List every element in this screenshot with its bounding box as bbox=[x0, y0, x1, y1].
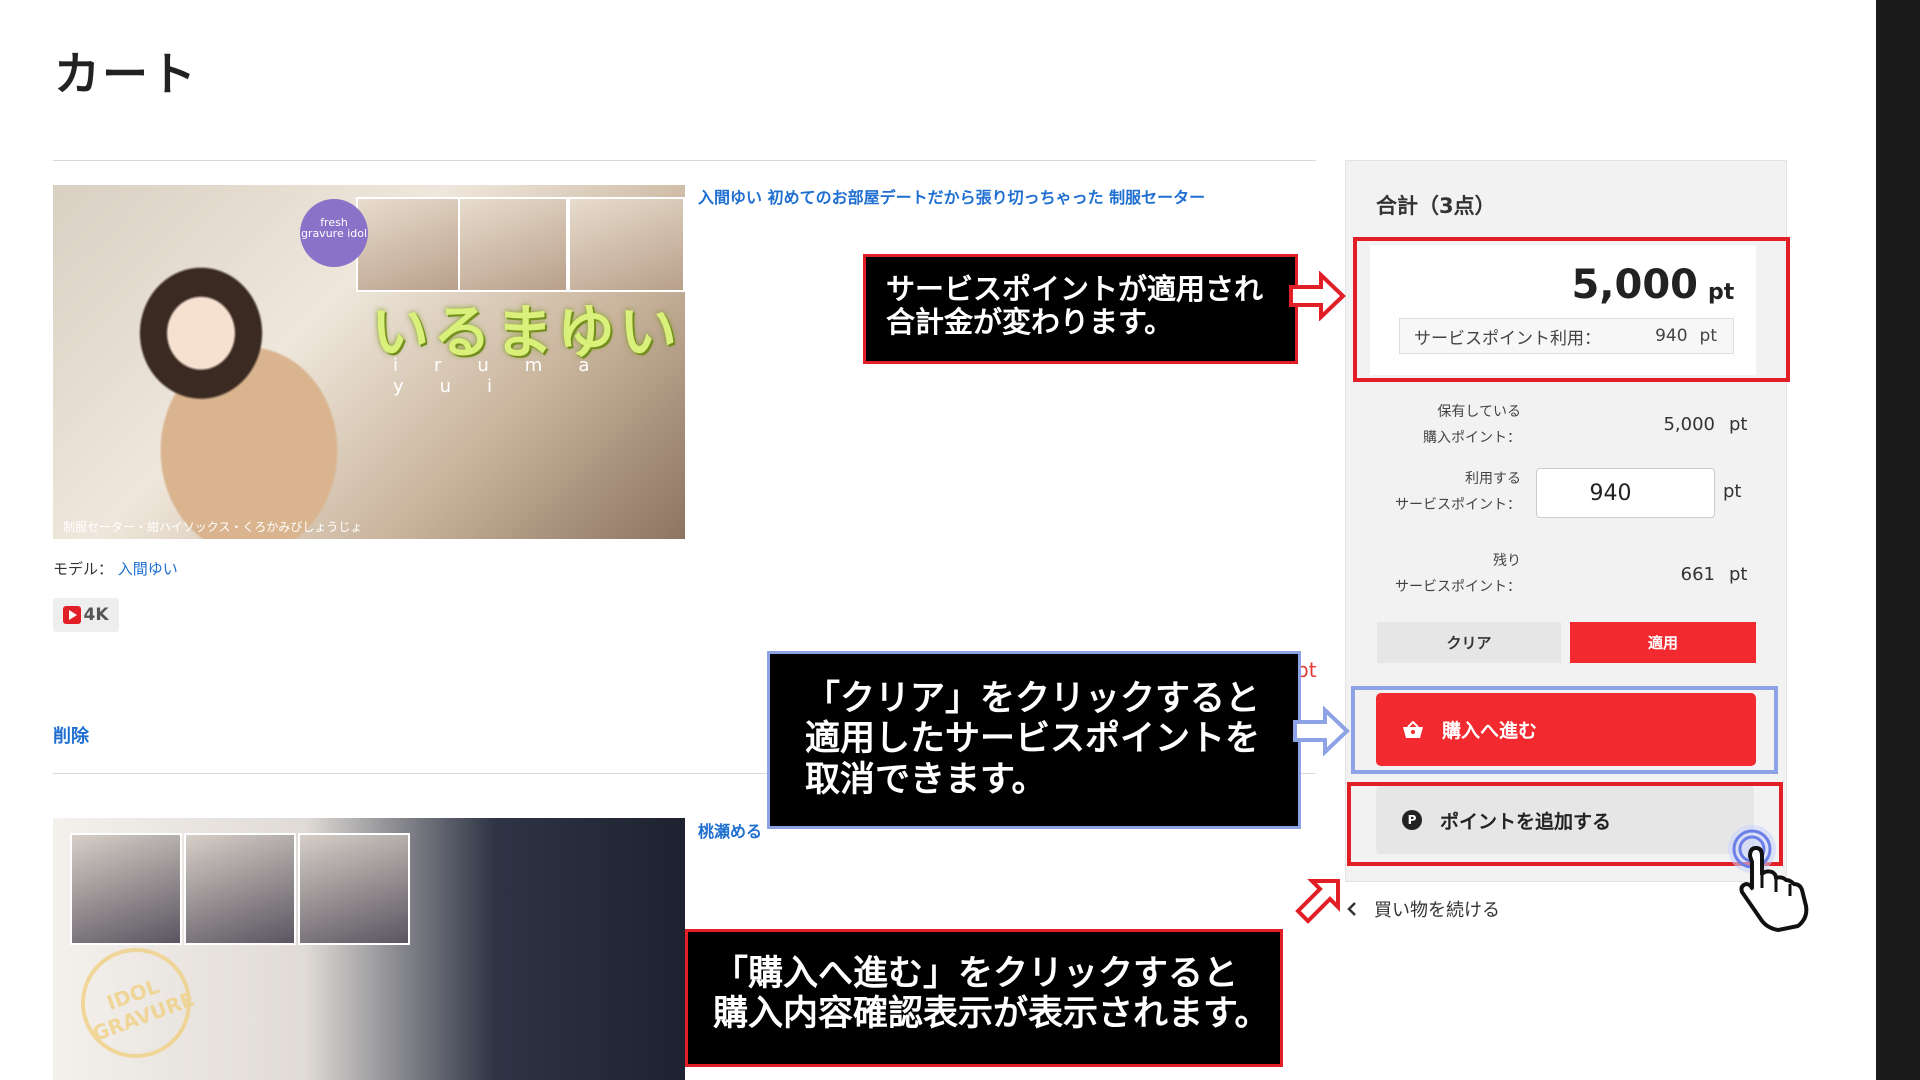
divider-top bbox=[53, 160, 1316, 161]
image-title-romaji: iruma yui bbox=[393, 355, 626, 397]
idol-gravure-stamp: IDOL GRAVURE bbox=[65, 932, 207, 1074]
fresh-gravure-badge: fresh gravure idol bbox=[300, 199, 368, 267]
arrow-right-icon bbox=[1289, 271, 1346, 321]
tag-4k-label: 4K bbox=[83, 605, 109, 625]
remaining-points-label: 残り サービスポイント： bbox=[1341, 548, 1521, 600]
arrow-up-right-icon bbox=[1295, 879, 1340, 924]
remaining-points-label-line2: サービスポイント： bbox=[1395, 579, 1521, 595]
annotation-note-3-line2: 購入内容確認表示が表示されます。 bbox=[713, 994, 1270, 1035]
hand-pointer-icon bbox=[1728, 825, 1809, 932]
total-heading: 合計（3点） bbox=[1376, 194, 1496, 218]
product-thumbnail-2[interactable]: IDOL GRAVURE bbox=[53, 818, 685, 1080]
arrow-right-icon bbox=[1293, 706, 1350, 756]
use-points-unit: pt bbox=[1723, 481, 1742, 502]
highlight-total-box bbox=[1353, 237, 1790, 382]
continue-shopping-link[interactable]: 買い物を続ける bbox=[1346, 896, 1500, 922]
annotation-note-1-line1: サービスポイントが適用され bbox=[886, 272, 1264, 306]
chevron-left-icon bbox=[1347, 902, 1356, 916]
thumb-tile bbox=[568, 197, 685, 292]
image-caption: 制服セーター・紺ハイソックス・くろかみびしょうじょ bbox=[63, 520, 363, 534]
thumb-tile bbox=[298, 833, 410, 945]
apply-button[interactable]: 適用 bbox=[1570, 622, 1756, 663]
owned-points-label: 保有している 購入ポイント： bbox=[1341, 399, 1521, 451]
annotation-note-2-line2: 適用したサービスポイントを bbox=[805, 719, 1261, 760]
product-title-2[interactable]: 桃瀬める bbox=[698, 818, 762, 842]
use-points-label-line1: 利用する bbox=[1465, 471, 1521, 487]
annotation-note-2: 「クリア」をクリックすると 適用したサービスポイントを 取消できます。 bbox=[767, 651, 1301, 829]
owned-points-unit: pt bbox=[1729, 414, 1748, 435]
annotation-note-3: 「購入へ進む」をクリックすると 購入内容確認表示が表示されます。 bbox=[685, 929, 1283, 1067]
play-icon bbox=[63, 606, 82, 624]
thumb-tile bbox=[184, 833, 296, 945]
use-points-label-line2: サービスポイント： bbox=[1395, 497, 1521, 513]
product-title-1[interactable]: 入間ゆい 初めてのお部屋デートだから張り切っちゃった 制服セーター bbox=[698, 184, 1205, 208]
model-label: モデル： bbox=[53, 560, 114, 578]
annotation-note-1: サービスポイントが適用され 合計金が変わります。 bbox=[863, 254, 1298, 364]
clear-button[interactable]: クリア bbox=[1377, 622, 1561, 663]
thumb-tile bbox=[458, 197, 568, 292]
tag-4k: 4K bbox=[53, 598, 119, 632]
product-figure bbox=[73, 245, 393, 539]
highlight-add-points bbox=[1347, 782, 1783, 866]
annotation-note-3-line1: 「購入へ進む」をクリックすると bbox=[713, 954, 1239, 994]
model-link[interactable]: 入間ゆい bbox=[118, 560, 178, 578]
owned-points-value: 5,000 bbox=[1663, 414, 1715, 435]
thumb-tile bbox=[356, 197, 466, 292]
owned-points-label-line2: 購入ポイント： bbox=[1423, 430, 1521, 446]
annotation-note-2-line1: 「クリア」をクリックすると bbox=[805, 679, 1261, 719]
remaining-points-unit: pt bbox=[1729, 564, 1748, 585]
delete-link[interactable]: 削除 bbox=[53, 722, 89, 748]
highlight-purchase-button bbox=[1351, 686, 1778, 774]
annotation-note-1-line2: 合計金が変わります。 bbox=[886, 305, 1174, 340]
service-points-input[interactable] bbox=[1536, 468, 1715, 518]
product-thumbnail-1[interactable]: fresh gravure idol いるまゆい iruma yui 制服セータ… bbox=[53, 185, 685, 539]
page-title: カート bbox=[54, 47, 198, 101]
remaining-points-label-line1: 残り bbox=[1493, 553, 1521, 569]
use-points-label: 利用する サービスポイント： bbox=[1341, 466, 1521, 518]
remaining-points-value: 661 bbox=[1680, 564, 1715, 585]
right-edge-bar bbox=[1876, 0, 1920, 1080]
model-row: モデル： 入間ゆい bbox=[53, 558, 178, 579]
annotation-note-2-line3: 取消できます。 bbox=[805, 759, 1047, 800]
continue-shopping-label: 買い物を続ける bbox=[1374, 900, 1500, 921]
owned-points-label-line1: 保有している bbox=[1437, 404, 1521, 420]
thumb-tile bbox=[70, 833, 182, 945]
